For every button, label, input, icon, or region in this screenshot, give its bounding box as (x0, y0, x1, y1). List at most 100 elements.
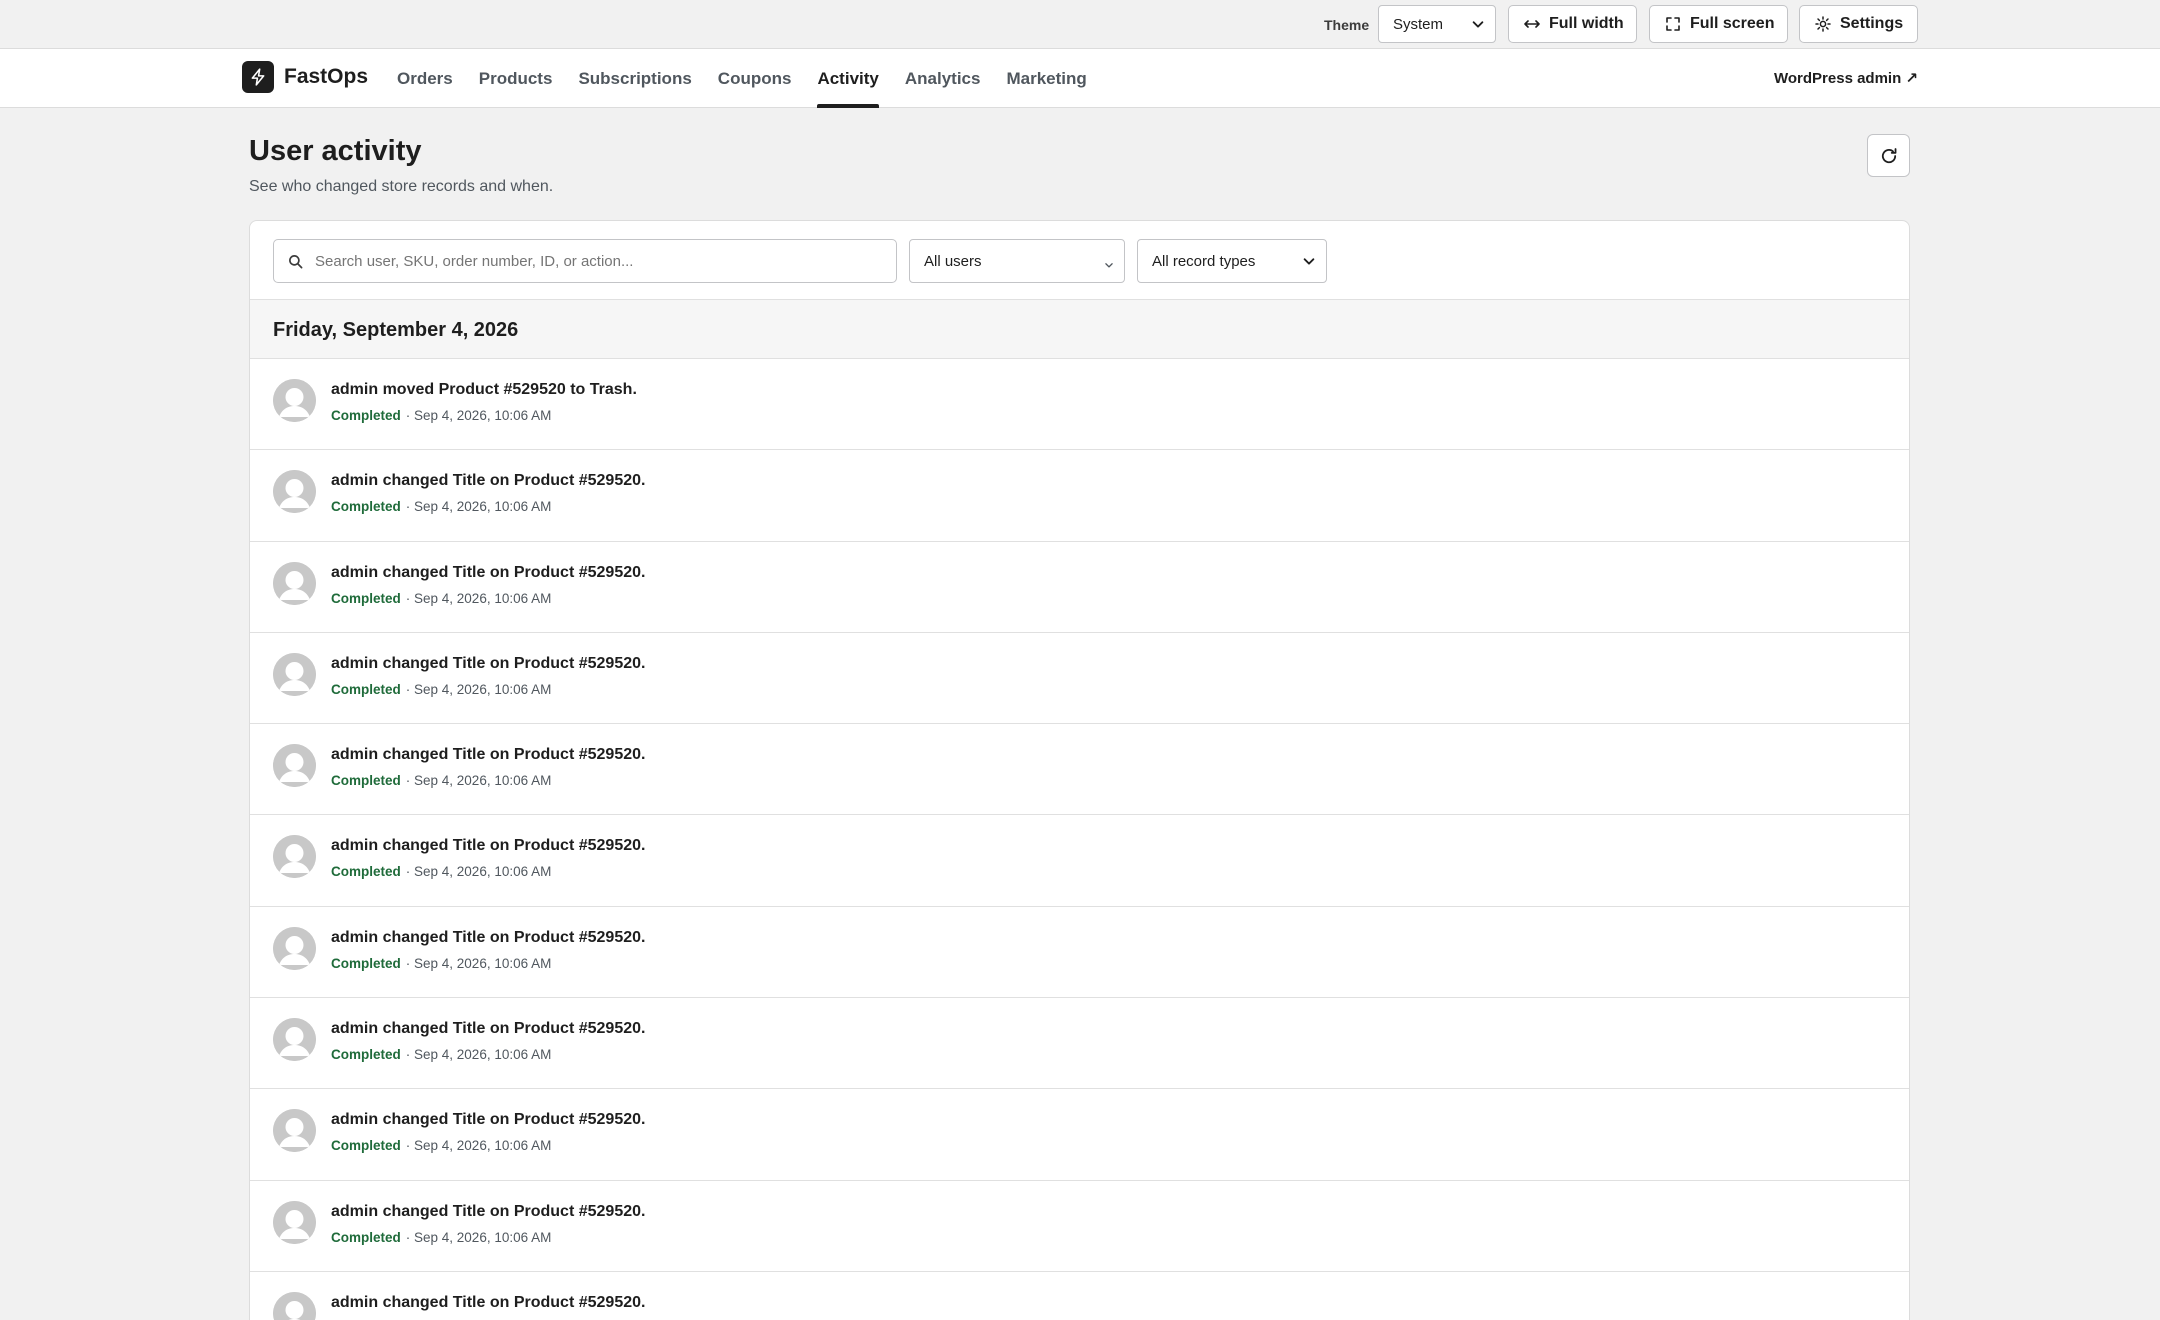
search-box[interactable] (273, 239, 897, 283)
lightning-bolt-icon (242, 61, 274, 93)
page-title: User activity (249, 135, 422, 167)
status-badge: Completed (331, 864, 401, 880)
status-badge: Completed (331, 955, 401, 971)
user-avatar-icon (273, 1109, 316, 1153)
user-avatar-icon (273, 470, 316, 514)
activity-description: admin changed Title on Product #529520. (331, 1293, 646, 1311)
activity-timestamp: · Sep 4, 2026, 10:06 AM (405, 681, 552, 697)
activity-meta: Completed · Sep 4, 2026, 10:06 AM (331, 773, 551, 788)
user-avatar-icon (273, 561, 316, 605)
status-badge: Completed (331, 773, 401, 789)
theme-select-value: System (1393, 15, 1444, 33)
activity-row[interactable]: admin changed Title on Product #529520. … (250, 1181, 1909, 1272)
activity-timestamp: · Sep 4, 2026, 10:06 AM (405, 499, 552, 515)
users-filter-select[interactable]: All users (909, 239, 1125, 283)
chevron-down-icon (1303, 258, 1315, 265)
activity-description: admin changed Title on Product #529520. (331, 472, 646, 490)
full-width-button[interactable]: Full width (1508, 5, 1637, 43)
activity-row[interactable]: admin changed Title on Product #529520. … (250, 1089, 1909, 1181)
nav-item-analytics[interactable]: Analytics (905, 49, 981, 108)
theme-select[interactable]: System (1378, 5, 1496, 43)
activity-description: admin changed Title on Product #529520. (331, 746, 646, 764)
date-heading: Friday, September 4, 2026 (273, 319, 519, 341)
activity-timestamp: · Sep 4, 2026, 10:06 AM (405, 408, 552, 423)
activity-meta: Completed · Sep 4, 2026, 10:06 AM (331, 1047, 551, 1062)
user-avatar-icon (273, 379, 316, 422)
user-avatar-icon (273, 1200, 316, 1244)
nav-item-subscriptions[interactable]: Subscriptions (578, 49, 691, 108)
search-icon (289, 254, 303, 268)
user-avatar-icon (273, 1291, 316, 1320)
activity-row[interactable]: admin changed Title on Product #529520. … (250, 998, 1909, 1090)
user-avatar-icon (273, 652, 316, 696)
record-types-filter-select[interactable]: All record types (1137, 239, 1327, 283)
activity-timestamp: · Sep 4, 2026, 10:06 AM (405, 864, 552, 880)
gear-icon (1815, 16, 1831, 32)
activity-meta: Completed · Sep 4, 2026, 10:06 AM (331, 1230, 551, 1245)
nav-item-orders[interactable]: Orders (397, 49, 453, 108)
settings-button[interactable]: Settings (1799, 5, 1918, 43)
activity-meta: Completed · Sep 4, 2026, 10:06 AM (331, 408, 551, 423)
activity-row[interactable]: admin changed Title on Product #529520. … (250, 907, 1909, 999)
user-avatar-icon (273, 835, 316, 879)
activity-meta: Completed · Sep 4, 2026, 10:06 AM (331, 864, 551, 879)
nav-item-products[interactable]: Products (479, 49, 553, 108)
nav-tabs: Orders Products Subscriptions Coupons Ac… (397, 49, 1113, 108)
main-navigation: FastOps Orders Products Subscriptions Co… (0, 49, 2160, 108)
activity-row[interactable]: admin changed Title on Product #529520. … (250, 542, 1909, 633)
refresh-button[interactable] (1867, 134, 1910, 177)
user-avatar-icon (273, 926, 316, 970)
activity-timestamp: · Sep 4, 2026, 10:06 AM (405, 955, 552, 971)
activity-row[interactable]: admin changed Title on Product #529520. (250, 1272, 1909, 1320)
brand[interactable]: FastOps (242, 61, 368, 93)
activity-description: admin changed Title on Product #529520. (331, 654, 646, 672)
status-badge: Completed (331, 499, 401, 515)
status-badge: Completed (331, 1047, 401, 1063)
record-types-filter-value: All record types (1152, 252, 1256, 270)
status-badge: Completed (331, 590, 401, 606)
full-screen-button[interactable]: Full screen (1649, 5, 1788, 43)
status-badge: Completed (331, 681, 401, 697)
full-width-label: Full width (1549, 15, 1624, 32)
activity-meta: Completed · Sep 4, 2026, 10:06 AM (331, 682, 551, 697)
activity-meta: Completed · Sep 4, 2026, 10:06 AM (331, 591, 551, 606)
nav-item-marketing[interactable]: Marketing (1006, 49, 1086, 108)
activity-description: admin changed Title on Product #529520. (331, 563, 646, 581)
activity-description: admin changed Title on Product #529520. (331, 1111, 646, 1129)
fullscreen-icon (1666, 17, 1680, 31)
nav-item-coupons[interactable]: Coupons (718, 49, 792, 108)
full-screen-label: Full screen (1690, 15, 1775, 32)
activity-timestamp: · Sep 4, 2026, 10:06 AM (405, 773, 552, 789)
status-badge: Completed (331, 1229, 401, 1245)
activity-panel: All users All record types Friday, Septe… (249, 220, 1910, 1320)
activity-timestamp: · Sep 4, 2026, 10:06 AM (405, 590, 552, 606)
nav-item-activity[interactable]: Activity (817, 49, 880, 108)
activity-row[interactable]: admin changed Title on Product #529520. … (250, 633, 1909, 725)
activity-meta: Completed · Sep 4, 2026, 10:06 AM (331, 1138, 551, 1153)
activity-timestamp: · Sep 4, 2026, 10:06 AM (405, 1229, 552, 1245)
filter-bar: All users All record types (250, 221, 1909, 300)
activity-list: admin moved Product #529520 to Trash. Co… (250, 359, 1909, 1320)
activity-row[interactable]: admin changed Title on Product #529520. … (250, 815, 1909, 907)
users-filter-value: All users (924, 252, 982, 270)
activity-description: admin changed Title on Product #529520. (331, 1020, 646, 1038)
status-badge: Completed (331, 1138, 401, 1154)
wordpress-admin-link[interactable]: WordPress admin ↗ (1774, 69, 1918, 87)
activity-meta: Completed · Sep 4, 2026, 10:06 AM (331, 956, 551, 971)
arrows-horizontal-icon (1524, 20, 1540, 28)
activity-description: admin changed Title on Product #529520. (331, 837, 646, 855)
theme-label: Theme (1324, 17, 1370, 33)
page-subtitle: See who changed store records and when. (249, 178, 554, 195)
activity-row[interactable]: admin moved Product #529520 to Trash. Co… (250, 359, 1909, 451)
date-group-header: Friday, September 4, 2026 (250, 300, 1909, 359)
activity-description: admin changed Title on Product #529520. (331, 928, 646, 946)
activity-description: admin changed Title on Product #529520. (331, 1202, 646, 1220)
user-avatar-icon (273, 1018, 316, 1062)
activity-row[interactable]: admin changed Title on Product #529520. … (250, 450, 1909, 542)
activity-row[interactable]: admin changed Title on Product #529520. … (250, 724, 1909, 816)
chevron-down-icon (1472, 21, 1484, 28)
activity-timestamp: · Sep 4, 2026, 10:06 AM (405, 1138, 552, 1154)
user-avatar-icon (273, 744, 316, 788)
search-input[interactable] (315, 252, 875, 270)
brand-name: FastOps (284, 65, 369, 88)
